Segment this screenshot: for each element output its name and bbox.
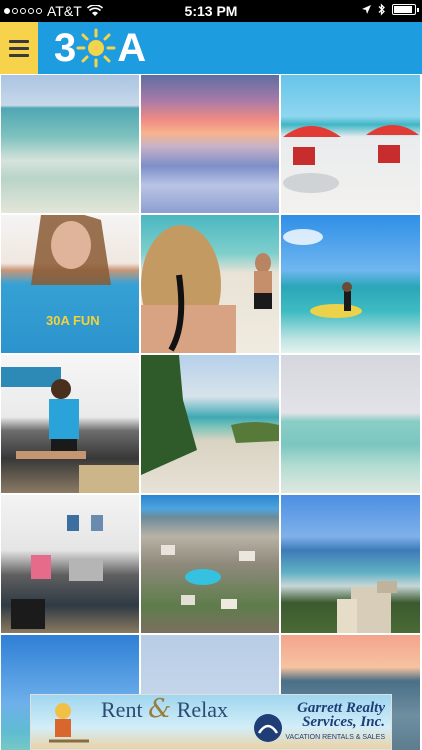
menu-button[interactable]	[0, 22, 38, 74]
photo-boardwalk-ocean[interactable]	[281, 495, 420, 633]
umbrella-shapes	[283, 125, 419, 193]
svg-text:30A FUN: 30A FUN	[46, 313, 100, 328]
shop-shapes	[11, 515, 103, 629]
photo-resort-aerial[interactable]	[141, 495, 279, 633]
boardwalk-shapes	[337, 581, 397, 633]
photo-hazy-ocean[interactable]	[281, 355, 420, 493]
dune-shapes	[141, 355, 279, 475]
sun-icon	[76, 28, 116, 68]
ad-brand: Garrett Realty Services, Inc. VACATION R…	[285, 700, 385, 742]
beach-chair-icon	[49, 703, 89, 743]
photo-red-umbrellas[interactable]	[281, 75, 420, 213]
resort-shapes	[161, 545, 255, 609]
jeep-shapes	[1, 367, 139, 493]
model-shapes: 30A FUN	[31, 215, 111, 328]
photo-paddleboarder[interactable]	[281, 215, 420, 353]
photo-dune-path[interactable]	[141, 355, 279, 493]
photo-print-shop[interactable]	[1, 495, 139, 633]
bluetooth-icon	[378, 3, 385, 16]
location-arrow-icon	[362, 5, 371, 14]
ad-headline: Rent & Relax	[101, 694, 229, 724]
app-bar: 3 A	[0, 22, 422, 74]
photo-sunset-shore[interactable]	[141, 75, 279, 213]
battery-icon	[392, 4, 419, 15]
photo-beach-waves[interactable]	[1, 75, 139, 213]
photo-blue-shirt-model[interactable]: 30A FUN	[1, 215, 139, 353]
realty-logo-icon	[254, 714, 282, 742]
photo-jeep-model[interactable]	[1, 355, 139, 493]
status-time: 5:13 PM	[184, 3, 238, 19]
paddleboard-shapes	[283, 229, 362, 318]
ad-banner[interactable]: Rent & Relax Garrett Realty Services, In…	[30, 694, 392, 750]
hamburger-icon	[9, 39, 29, 43]
app-logo: 3 A	[54, 25, 146, 70]
photo-couple-beach[interactable]	[141, 215, 279, 353]
status-bar: AT&T 5:13 PM	[0, 0, 422, 22]
couple-shapes	[141, 225, 272, 353]
